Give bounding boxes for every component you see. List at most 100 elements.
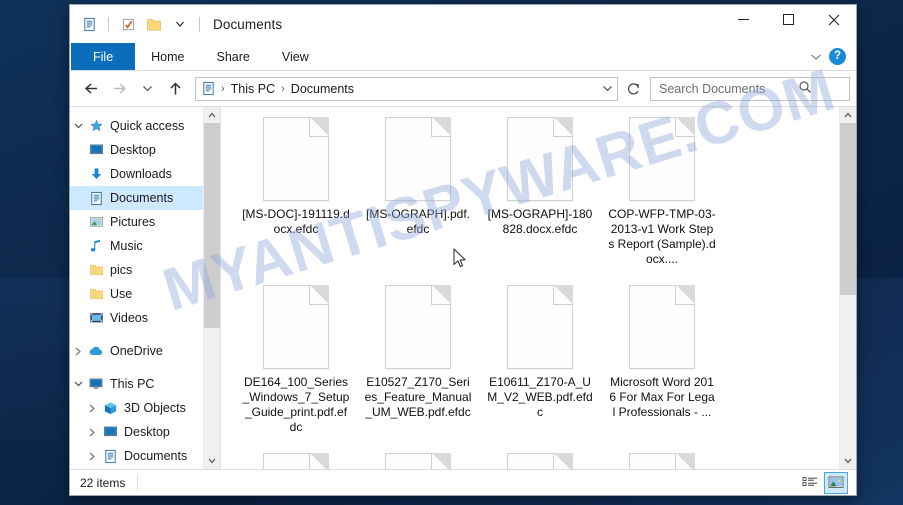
window-title: Documents — [213, 16, 283, 32]
customize-chevron-icon[interactable] — [169, 13, 191, 35]
close-button[interactable] — [811, 5, 856, 34]
sidebar-scrollbar[interactable] — [203, 107, 220, 469]
new-folder-icon[interactable] — [117, 13, 139, 35]
documents-icon — [100, 449, 120, 464]
scroll-up-icon[interactable] — [204, 107, 220, 123]
title-bar: Documents — [70, 5, 856, 43]
minimize-button[interactable] — [721, 5, 766, 34]
chevron-right-icon[interactable] — [84, 404, 100, 413]
3d-objects-icon — [100, 401, 120, 416]
file-list-pane[interactable]: [MS-DOC]-191119.docx.efdc [MS-OGRAPH].pd… — [220, 107, 856, 469]
sidebar-item-label: Documents — [110, 191, 174, 205]
tab-home[interactable]: Home — [135, 43, 200, 70]
file-item[interactable]: COP-WFP-TMP-03-2013-v1 Work Steps Report… — [603, 117, 721, 285]
sidebar-item-label: Desktop — [110, 143, 156, 157]
folder-icon[interactable] — [143, 13, 165, 35]
sidebar-item-downloads[interactable]: Downloads — [70, 162, 220, 186]
file-pane-scrollbar[interactable] — [839, 107, 856, 469]
file-item[interactable]: E10527_Z170_Series_Feature_Manual_UM_WEB… — [359, 285, 477, 453]
large-icons-view-button[interactable] — [824, 471, 848, 494]
blank-file-icon — [263, 453, 329, 469]
file-item[interactable] — [481, 453, 599, 469]
blank-file-icon — [385, 117, 451, 201]
chevron-down-icon[interactable] — [70, 122, 86, 130]
refresh-icon[interactable] — [623, 78, 645, 100]
sidebar-item-use[interactable]: Use — [70, 282, 220, 306]
sidebar-item-documents[interactable]: Documents — [70, 186, 220, 210]
music-note-icon — [86, 239, 106, 253]
file-item[interactable]: DE164_100_Series_Windows_7_Setup_Guide_p… — [237, 285, 355, 453]
chevron-down-icon[interactable] — [810, 48, 822, 66]
file-item[interactable]: MOAC_Word_2016_Core.pdf.efdc — [359, 453, 477, 469]
details-view-button[interactable] — [799, 473, 821, 493]
navigation-pane: Quick access Desktop Downloads Documents… — [70, 107, 220, 469]
sidebar-scroll-thumb[interactable] — [204, 123, 220, 328]
recent-locations-chevron-icon[interactable] — [134, 76, 160, 102]
breadcrumb-documents[interactable]: Documents — [288, 82, 357, 96]
chevron-right-icon[interactable] — [70, 347, 86, 356]
sidebar-item-this-pc-desktop[interactable]: Desktop — [70, 420, 220, 444]
file-item[interactable]: E10611_Z170-A_UM_V2_WEB.pdf.efdc — [481, 285, 599, 453]
file-item[interactable]: MNL-0875.pdf.efdc — [237, 453, 355, 469]
sidebar-group-onedrive[interactable]: OneDrive — [70, 339, 220, 363]
downloads-icon — [86, 167, 106, 181]
breadcrumb-bar[interactable]: › This PC › Documents — [195, 76, 618, 101]
blank-file-icon — [629, 453, 695, 469]
file-scroll-track[interactable] — [840, 123, 856, 453]
sidebar-item-3d-objects[interactable]: 3D Objects — [70, 396, 220, 420]
sidebar-group-this-pc[interactable]: This PC — [70, 372, 220, 396]
breadcrumb-separator-1: › — [281, 82, 285, 95]
search-placeholder: Search Documents — [659, 81, 766, 96]
maximize-button[interactable] — [766, 5, 811, 34]
forward-arrow-icon — [106, 76, 132, 102]
scroll-down-icon[interactable] — [840, 453, 856, 469]
help-button[interactable]: ? — [829, 48, 846, 65]
sidebar-scroll-track[interactable] — [204, 123, 220, 453]
tab-share[interactable]: Share — [201, 43, 266, 70]
sidebar-item-desktop[interactable]: Desktop — [70, 138, 220, 162]
chevron-right-icon[interactable] — [84, 452, 100, 461]
chevron-right-icon[interactable] — [84, 428, 100, 437]
search-icon[interactable] — [798, 80, 844, 97]
quick-access-star-icon — [86, 119, 106, 134]
scroll-down-icon[interactable] — [204, 453, 220, 469]
chevron-down-icon[interactable] — [70, 380, 86, 388]
search-input[interactable]: Search Documents — [650, 76, 850, 101]
desktop-icon — [100, 425, 120, 439]
back-arrow-icon[interactable] — [78, 76, 104, 102]
file-item[interactable]: [MS-DOC]-191119.docx.efdc — [237, 117, 355, 285]
sidebar-item-pictures[interactable]: Pictures — [70, 210, 220, 234]
toolbar-divider — [108, 16, 109, 32]
documents-icon — [201, 81, 216, 96]
blank-file-icon — [263, 117, 329, 201]
properties-icon[interactable] — [78, 13, 100, 35]
file-item[interactable]: [MS-OGRAPH].pdf.efdc — [359, 117, 477, 285]
file-item[interactable]: [MS-OGRAPH]-180828.docx.efdc — [481, 117, 599, 285]
tab-file[interactable]: File — [71, 43, 136, 70]
sidebar-item-this-pc-documents[interactable]: Documents — [70, 444, 220, 468]
this-pc-icon — [86, 377, 106, 391]
file-name: COP-WFP-TMP-03-2013-v1 Work Steps Report… — [608, 207, 716, 266]
sidebar-item-pics[interactable]: pics — [70, 258, 220, 282]
file-scroll-thumb[interactable] — [840, 123, 856, 295]
folder-icon — [86, 263, 106, 277]
sidebar-group-quick-access[interactable]: Quick access — [70, 114, 220, 138]
sidebar-item-music[interactable]: Music — [70, 234, 220, 258]
toolbar-divider-2 — [199, 16, 200, 32]
blank-file-icon — [385, 285, 451, 369]
breadcrumb-this-pc[interactable]: This PC — [228, 82, 278, 96]
breadcrumb-dropdown-icon[interactable] — [602, 78, 613, 100]
up-arrow-icon[interactable] — [162, 76, 188, 102]
file-grid: [MS-DOC]-191119.docx.efdc [MS-OGRAPH].pd… — [221, 107, 840, 469]
address-bar: › This PC › Documents Search Documents — [70, 71, 856, 106]
quick-access-toolbar — [70, 13, 204, 35]
tab-view[interactable]: View — [266, 43, 325, 70]
scroll-up-icon[interactable] — [840, 107, 856, 123]
file-item[interactable] — [603, 453, 721, 469]
file-item[interactable]: Microsoft Word 2016 For Max For Legal Pr… — [603, 285, 721, 453]
file-name: [MS-DOC]-191119.docx.efdc — [242, 207, 350, 236]
file-name: [MS-OGRAPH]-180828.docx.efdc — [487, 207, 593, 236]
sidebar-item-videos[interactable]: Videos — [70, 306, 220, 330]
